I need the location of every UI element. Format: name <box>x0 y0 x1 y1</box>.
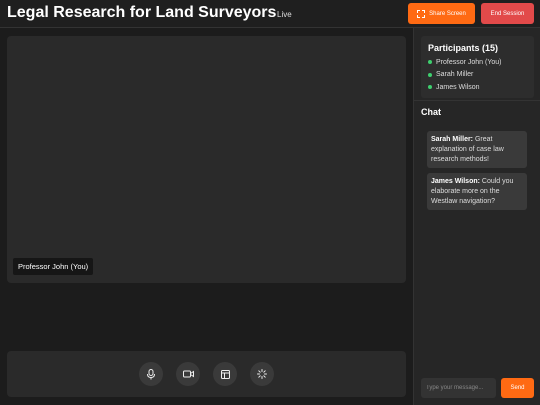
camera-icon <box>182 370 194 378</box>
online-status-dot <box>428 85 432 90</box>
sidebar: Participants (15) Professor John (You) S… <box>413 28 540 405</box>
end-session-button[interactable]: End Session <box>481 3 534 24</box>
microphone-icon <box>147 368 155 379</box>
send-button[interactable]: Send <box>501 378 534 398</box>
share-screen-icon <box>417 9 426 18</box>
participant-item: James Wilson <box>428 81 502 94</box>
message-author: James Wilson: <box>431 178 480 185</box>
microphone-button[interactable] <box>139 362 163 386</box>
online-status-dot <box>428 60 432 65</box>
chat-title: Chat <box>421 107 441 117</box>
loading-icon <box>257 369 267 379</box>
video-name-tag: Professor John (You) <box>13 258 94 275</box>
message-author: Sarah Miller: <box>431 136 474 143</box>
chat-message-input[interactable] <box>421 378 496 398</box>
participant-item: Sarah Miller <box>428 69 502 82</box>
camera-button[interactable] <box>176 362 200 386</box>
participants-title: Participants (15) <box>428 43 499 53</box>
divider <box>414 100 540 101</box>
video-area: Professor John (You) <box>7 36 406 283</box>
layout-button[interactable] <box>213 362 237 386</box>
chat-message: James Wilson: Could you elaborate more o… <box>427 173 527 211</box>
participant-item: Professor John (You) <box>428 56 502 69</box>
live-status: Live <box>277 10 292 19</box>
participants-panel: Participants (15) Professor John (You) S… <box>421 36 534 98</box>
share-screen-label: Share Screen <box>429 10 466 17</box>
page-title: Legal Research for Land Surveyors <box>7 4 277 21</box>
participant-name: Professor John (You) <box>436 58 502 66</box>
controls-bar <box>7 351 406 397</box>
header: Legal Research for Land Surveyors Live S… <box>0 0 540 28</box>
online-status-dot <box>428 72 432 77</box>
participant-name: Sarah Miller <box>436 71 474 79</box>
layout-icon <box>220 369 230 379</box>
participant-name: James Wilson <box>436 83 480 91</box>
share-screen-button[interactable]: Share Screen <box>408 3 475 24</box>
loading-button[interactable] <box>250 362 274 386</box>
participants-list: Professor John (You) Sarah Miller James … <box>428 56 502 94</box>
chat-message: Sarah Miller: Great explanation of case … <box>427 131 527 169</box>
